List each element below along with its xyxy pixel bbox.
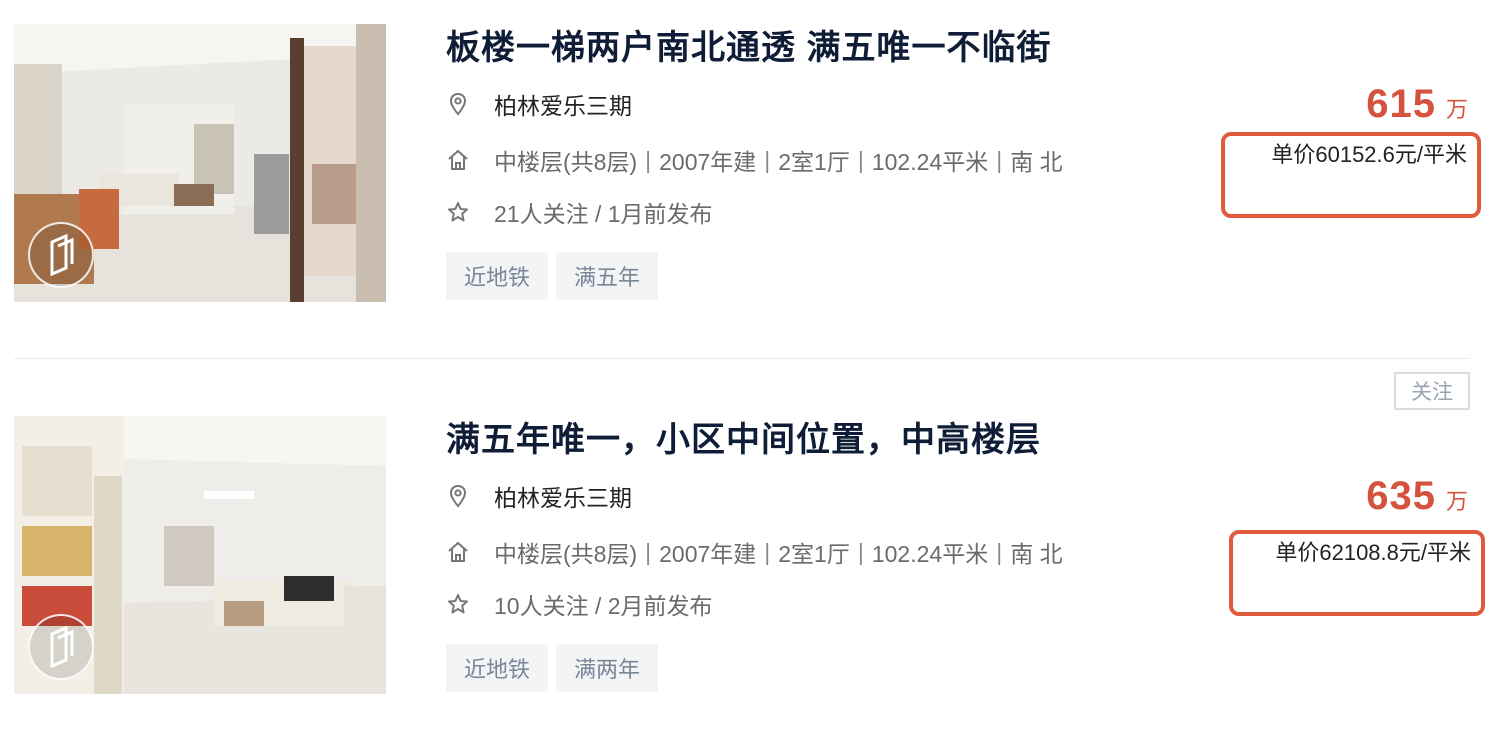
house-info-row: 中楼层(共8层) | 2007年建 | 2室1厅 | 102.24平米 | 南 … — [446, 143, 1063, 177]
location-pin-icon — [446, 92, 470, 116]
follow-info-row: 21人关注 / 1月前发布 — [446, 195, 713, 229]
tag-subway: 近地铁 — [446, 252, 549, 300]
community-link[interactable]: 柏林爱乐三期 — [494, 479, 632, 513]
separator: | — [996, 146, 1003, 173]
house-built-year: 2007年建 — [659, 149, 757, 175]
house-area: 102.24平米 — [871, 149, 989, 175]
separator: | — [645, 146, 652, 173]
house-layout: 2室1厅 — [778, 541, 850, 567]
listing-title[interactable]: 板楼一梯两户南北通透 满五唯一不临街 — [446, 20, 1051, 69]
separator: | — [764, 538, 771, 565]
tag-list: 近地铁 满五年 — [446, 252, 659, 300]
listing-photo[interactable] — [14, 416, 386, 694]
house-orientation: 南 北 — [1010, 541, 1063, 567]
total-price-value: 635 — [1366, 474, 1436, 518]
unit-price: 单价60152.6元/平米 — [1221, 132, 1481, 218]
vr-tour-icon[interactable] — [28, 614, 94, 680]
total-price-unit: 万 — [1445, 97, 1468, 122]
separator: | — [857, 538, 864, 565]
separator: | — [764, 146, 771, 173]
community-link[interactable]: 柏林爱乐三期 — [494, 87, 632, 121]
listing-title[interactable]: 满五年唯一，小区中间位置，中高楼层 — [446, 412, 1041, 461]
follow-publish-info: 10人关注 / 2月前发布 — [494, 593, 713, 619]
house-built-year: 2007年建 — [659, 541, 757, 567]
separator: | — [857, 146, 864, 173]
house-icon — [446, 148, 470, 172]
tag-list: 近地铁 满两年 — [446, 644, 659, 692]
star-icon — [446, 592, 470, 616]
follow-button[interactable]: 关注 — [1394, 372, 1470, 410]
total-price: 615 万 — [1366, 82, 1468, 127]
separator: | — [645, 538, 652, 565]
house-floor: 中楼层(共8层) — [494, 541, 638, 567]
location-pin-icon — [446, 484, 470, 508]
total-price-unit: 万 — [1445, 489, 1468, 514]
community-row: 柏林爱乐三期 — [446, 479, 632, 513]
star-icon — [446, 200, 470, 224]
follow-publish-info: 21人关注 / 1月前发布 — [494, 201, 713, 227]
listing-item[interactable]: 板楼一梯两户南北通透 满五唯一不临街 柏林爱乐三期 中楼层(共8层) | 200… — [0, 0, 1510, 358]
house-orientation: 南 北 — [1010, 149, 1063, 175]
tag-tax: 满两年 — [556, 644, 659, 692]
total-price: 635 万 — [1366, 474, 1468, 519]
listing-photo[interactable] — [14, 24, 386, 302]
vr-tour-icon[interactable] — [28, 222, 94, 288]
house-floor: 中楼层(共8层) — [494, 149, 638, 175]
follow-info-row: 10人关注 / 2月前发布 — [446, 587, 713, 621]
tag-tax: 满五年 — [556, 252, 659, 300]
house-info-row: 中楼层(共8层) | 2007年建 | 2室1厅 | 102.24平米 | 南 … — [446, 535, 1063, 569]
unit-price: 单价62108.8元/平米 — [1229, 530, 1485, 616]
tag-subway: 近地铁 — [446, 644, 549, 692]
house-layout: 2室1厅 — [778, 149, 850, 175]
house-area: 102.24平米 — [871, 541, 989, 567]
community-row: 柏林爱乐三期 — [446, 87, 632, 121]
listing-item[interactable]: 关注 满五年唯一，小区中间位置，中高楼层 柏林爱乐三期 中楼层(共8层) | 2… — [0, 359, 1510, 732]
total-price-value: 615 — [1366, 82, 1436, 126]
separator: | — [996, 538, 1003, 565]
house-icon — [446, 540, 470, 564]
